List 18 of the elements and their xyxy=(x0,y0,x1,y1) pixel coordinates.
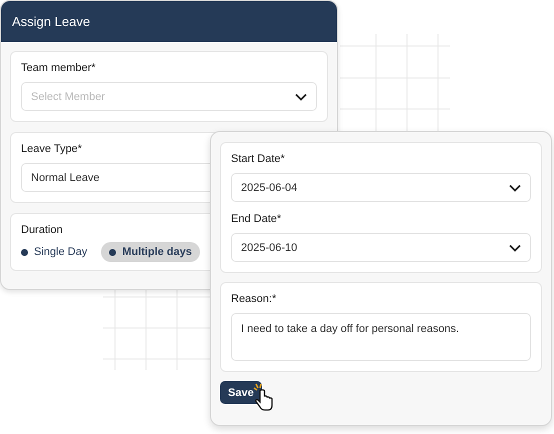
member-select[interactable]: Select Member xyxy=(21,82,317,111)
duration-option[interactable]: Single Day xyxy=(21,242,94,262)
field-label: Duration xyxy=(21,224,64,236)
window-title: Assign Leave xyxy=(12,14,90,29)
save-button[interactable]: Save xyxy=(220,381,262,404)
hand-cursor-icon xyxy=(252,383,274,411)
reason-textarea[interactable]: I need to take a day off for personal reasons. xyxy=(231,313,531,361)
field-label: Start Date* xyxy=(231,153,286,165)
field-label: Reason:* xyxy=(231,293,278,305)
chevron-down-icon xyxy=(509,184,521,192)
start-date-select[interactable]: 2025-06-04 xyxy=(231,173,531,202)
duration-option[interactable]: Multiple days xyxy=(101,242,200,262)
field-label: End Date* xyxy=(231,213,282,225)
chevron-down-icon xyxy=(509,244,521,252)
field-label: Leave Type* xyxy=(21,143,83,155)
chevron-down-icon xyxy=(295,93,307,101)
field-label: Team member* xyxy=(21,62,97,74)
end-date-select[interactable]: 2025-06-10 xyxy=(231,233,531,262)
